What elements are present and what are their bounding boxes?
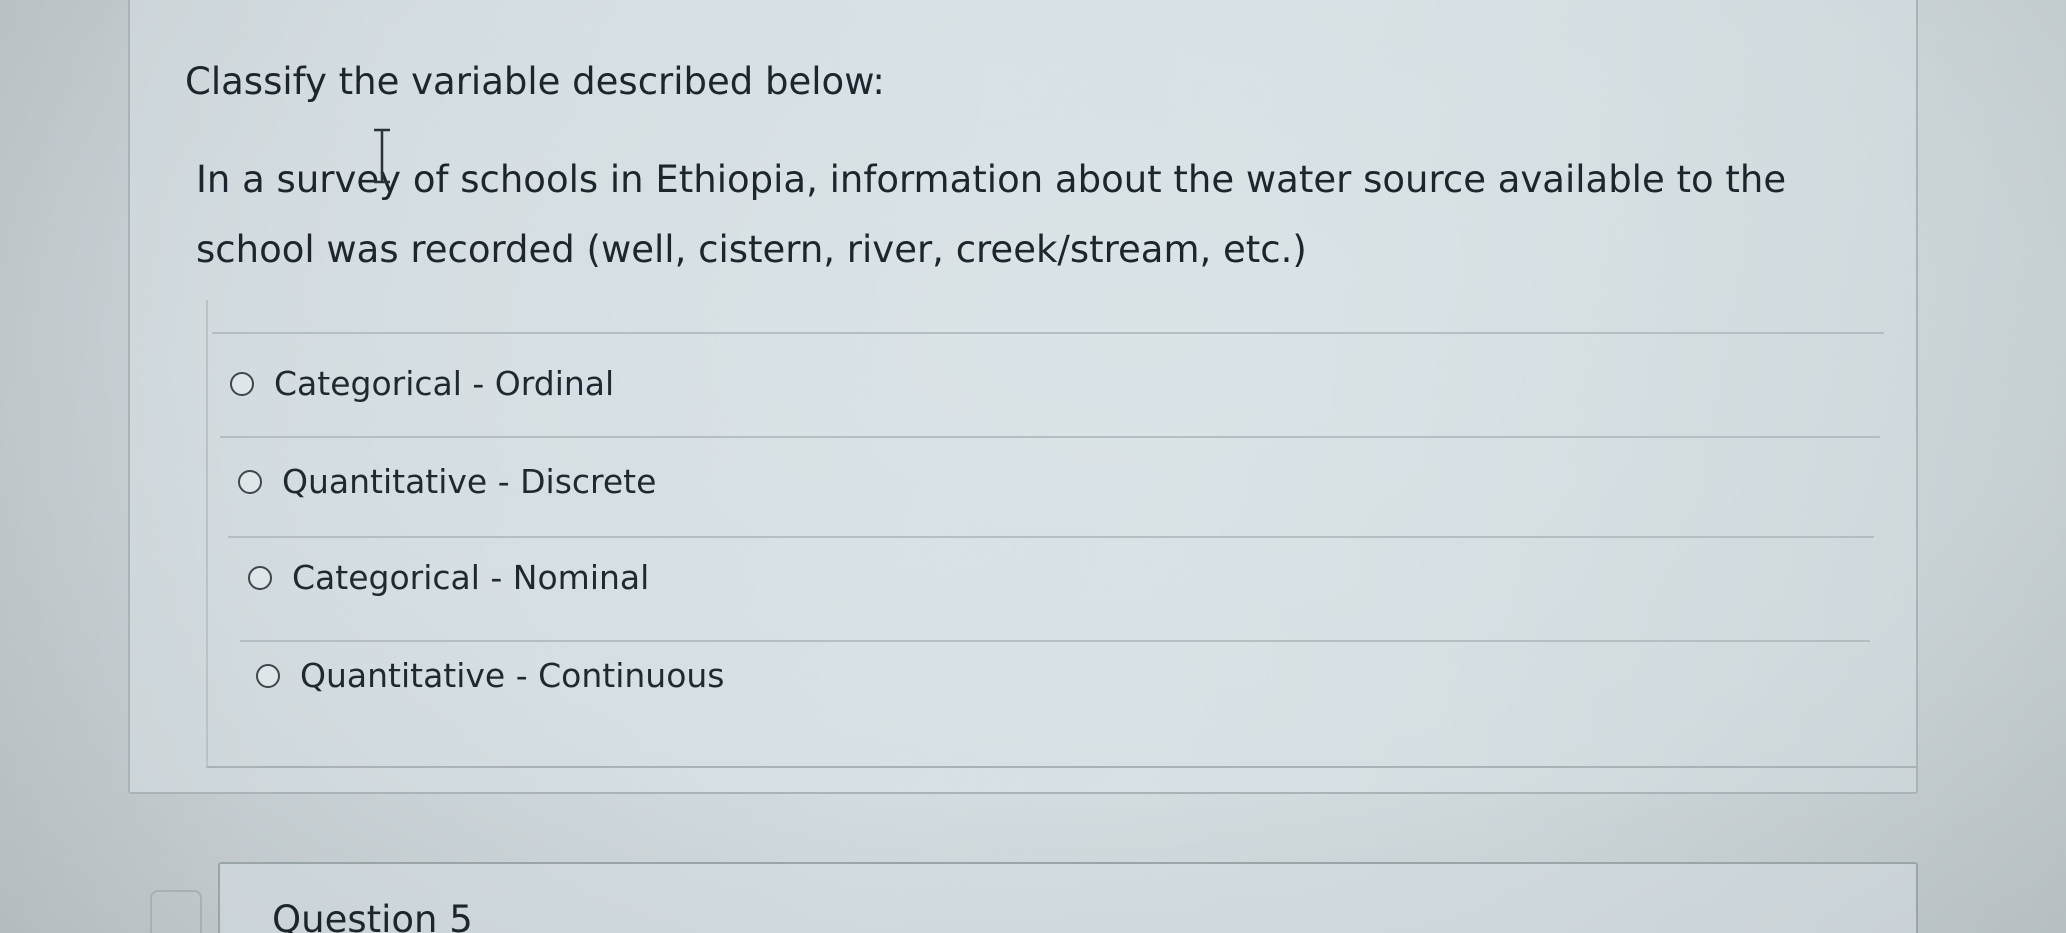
option-label: Categorical - Ordinal [274, 364, 615, 403]
text-cursor-icon [374, 128, 390, 184]
divider [240, 640, 1870, 642]
flag-question-icon[interactable] [150, 890, 202, 933]
question-body: In a survey of schools in Ethiopia, info… [196, 158, 1787, 271]
radio-button[interactable] [238, 469, 262, 494]
divider [212, 332, 1884, 334]
radio-button[interactable] [230, 371, 254, 396]
divider [228, 536, 1874, 538]
next-question-title: Question 5 [272, 898, 473, 933]
radio-button[interactable] [256, 663, 280, 688]
radio-button[interactable] [248, 565, 272, 590]
option-quantitative-continuous[interactable]: Quantitative - Continuous [256, 656, 725, 695]
option-quantitative-discrete[interactable]: Quantitative - Discrete [238, 462, 656, 501]
option-label: Categorical - Nominal [292, 558, 650, 597]
option-categorical-nominal[interactable]: Categorical - Nominal [248, 558, 649, 597]
option-categorical-ordinal[interactable]: Categorical - Ordinal [230, 364, 614, 403]
question-title: Classify the variable described below: [185, 60, 885, 103]
option-label: Quantitative - Continuous [300, 656, 725, 695]
next-question-card [218, 862, 1918, 933]
divider [220, 436, 1880, 438]
option-label: Quantitative - Discrete [282, 462, 657, 501]
